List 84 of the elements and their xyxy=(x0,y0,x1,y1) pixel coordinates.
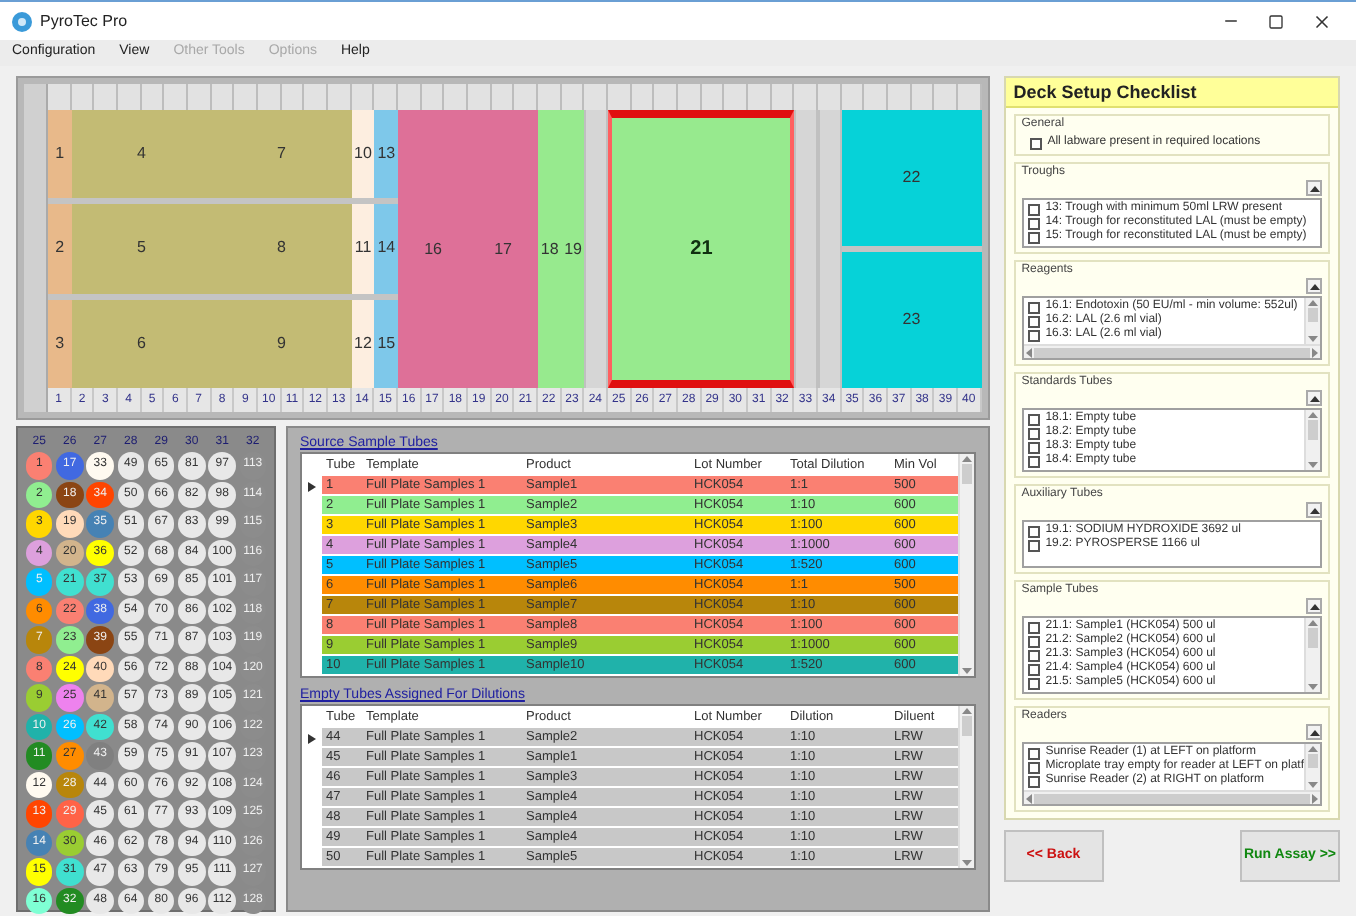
checkbox[interactable] xyxy=(1027,635,1040,647)
deck-position[interactable]: 16 xyxy=(398,110,469,388)
checkbox[interactable] xyxy=(1027,455,1040,467)
scroll-down-icon[interactable] xyxy=(961,668,972,674)
collapse-button[interactable] xyxy=(1306,278,1322,294)
caret-up-icon xyxy=(1309,729,1319,735)
checklist-title: Deck Setup Checklist xyxy=(1005,78,1338,108)
checkbox[interactable] xyxy=(1027,315,1040,327)
checkbox[interactable] xyxy=(1027,329,1040,341)
vertical-scrollbar[interactable] xyxy=(1304,298,1320,344)
deck-position[interactable]: 23 xyxy=(841,252,982,388)
scroll-down-icon[interactable] xyxy=(1308,684,1318,690)
collapse-button[interactable] xyxy=(1306,598,1322,614)
scroll-down-icon[interactable] xyxy=(961,860,972,866)
deck-position[interactable]: 22 xyxy=(841,110,982,246)
vertical-scrollbar[interactable] xyxy=(1304,410,1320,470)
deck-carrier[interactable]: 13 14 15 xyxy=(374,110,399,388)
collapse-button[interactable] xyxy=(1306,724,1322,740)
checkbox[interactable] xyxy=(1027,761,1040,773)
scroll-thumb[interactable] xyxy=(1033,793,1310,803)
deck-position[interactable]: 3 xyxy=(48,299,72,388)
scroll-thumb[interactable] xyxy=(1308,628,1318,648)
scroll-thumb[interactable] xyxy=(1308,308,1318,321)
scroll-thumb[interactable] xyxy=(1308,420,1318,440)
collapse-button[interactable] xyxy=(1306,390,1322,406)
deck-position[interactable]: 5 xyxy=(71,204,212,294)
caret-up-icon xyxy=(1309,603,1319,609)
checkbox[interactable] xyxy=(1027,747,1040,759)
deck-position[interactable]: 1 xyxy=(48,110,72,199)
checkbox[interactable] xyxy=(1027,217,1040,229)
maximize-icon[interactable] xyxy=(1268,13,1284,29)
deck-position[interactable]: 21 xyxy=(608,110,795,388)
checkbox[interactable] xyxy=(1027,231,1040,243)
checkbox[interactable] xyxy=(1027,427,1040,439)
deck-carrier[interactable]: 10 11 12 xyxy=(351,110,375,388)
deck-position[interactable]: 7 xyxy=(211,110,352,199)
checkbox[interactable] xyxy=(1027,525,1040,537)
deck-carrier[interactable]: 1 2 3 xyxy=(48,110,72,388)
collapse-button[interactable] xyxy=(1306,180,1322,196)
deck-position[interactable]: 17 xyxy=(468,110,539,388)
scroll-thumb[interactable] xyxy=(1033,347,1310,357)
checkbox[interactable] xyxy=(1027,203,1040,215)
checkbox[interactable] xyxy=(1027,649,1040,661)
checkbox[interactable] xyxy=(1027,621,1040,633)
checkbox[interactable] xyxy=(1029,137,1042,149)
deck-position[interactable]: 6 xyxy=(71,299,212,388)
window-title: PyroTec Pro xyxy=(40,9,128,33)
horizontal-scrollbar[interactable] xyxy=(1023,790,1320,804)
caret-up-icon xyxy=(1309,185,1319,191)
scroll-thumb[interactable] xyxy=(961,716,972,736)
deck-position[interactable]: 9 xyxy=(211,299,352,388)
scroll-thumb[interactable] xyxy=(961,464,972,484)
checkbox[interactable] xyxy=(1027,413,1040,425)
deck-carrier[interactable]: 7 8 9 xyxy=(211,110,352,388)
caret-up-icon xyxy=(1309,395,1319,401)
collapse-button[interactable] xyxy=(1306,502,1322,518)
checkbox[interactable] xyxy=(1027,539,1040,551)
checkbox[interactable] xyxy=(1027,677,1040,689)
vertical-scrollbar[interactable] xyxy=(1304,618,1320,692)
deck-position[interactable]: 12 xyxy=(351,299,375,388)
app-logo-icon xyxy=(12,11,32,31)
deck-position[interactable]: 11 xyxy=(351,204,375,294)
checkbox[interactable] xyxy=(1027,441,1040,453)
caret-up-icon xyxy=(1309,283,1319,289)
horizontal-scrollbar[interactable] xyxy=(1023,344,1320,358)
deck-position[interactable]: 14 xyxy=(374,204,399,294)
deck-carrier[interactable]: 22 23 xyxy=(841,110,982,388)
scroll-down-icon[interactable] xyxy=(1308,462,1318,468)
deck-position[interactable]: 13 xyxy=(374,110,399,199)
deck-position[interactable]: 10 xyxy=(351,110,375,199)
checkbox[interactable] xyxy=(1027,663,1040,675)
deck-position[interactable]: 2 xyxy=(48,204,72,294)
checkbox[interactable] xyxy=(1027,301,1040,313)
checkbox[interactable] xyxy=(1027,775,1040,787)
deck-position[interactable]: 15 xyxy=(374,299,399,388)
close-icon[interactable] xyxy=(1312,11,1332,31)
deck-position[interactable]: 18 xyxy=(538,110,562,388)
scroll-thumb[interactable] xyxy=(1308,754,1318,767)
deck-position[interactable]: 19 xyxy=(561,110,585,388)
deck-carrier[interactable]: 4 5 6 xyxy=(71,110,212,388)
caret-up-icon xyxy=(1309,507,1319,513)
deck-position[interactable]: 8 xyxy=(211,204,352,294)
deck-position[interactable]: 4 xyxy=(71,110,212,199)
vertical-scrollbar[interactable] xyxy=(1304,744,1320,790)
